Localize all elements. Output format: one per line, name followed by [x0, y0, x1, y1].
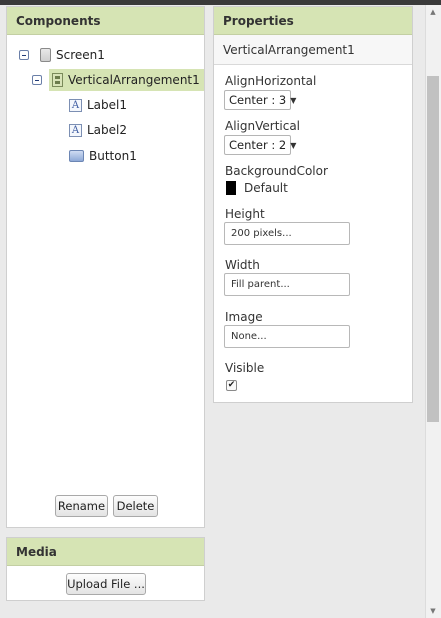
background-color-value[interactable]: Default	[244, 181, 288, 195]
tree-item-label2[interactable]: A Label2	[69, 119, 127, 141]
media-panel: Media Upload File ...	[6, 537, 205, 601]
delete-button[interactable]: Delete	[113, 495, 158, 517]
scroll-down-arrow-icon[interactable]: ▼	[429, 607, 437, 615]
media-header: Media	[7, 538, 204, 566]
components-header: Components	[7, 7, 204, 35]
tree-item-screen1[interactable]: Screen1	[19, 44, 105, 66]
tree-item-label: Button1	[89, 149, 137, 163]
label-icon: A	[69, 123, 82, 137]
vertical-arrangement-icon	[52, 73, 63, 87]
label-icon: A	[69, 98, 82, 112]
collapse-toggle-icon[interactable]	[19, 50, 29, 60]
button-icon	[69, 150, 84, 162]
visible-checkbox[interactable]: ✔	[226, 380, 237, 391]
scroll-up-arrow-icon[interactable]: ▲	[429, 8, 437, 16]
properties-header: Properties	[214, 7, 412, 35]
width-label: Width	[225, 258, 260, 272]
height-field[interactable]: 200 pixels...	[224, 222, 350, 245]
visible-label: Visible	[225, 361, 265, 375]
align-horizontal-select[interactable]: Center : 3 ▼	[224, 90, 296, 110]
selected-highlight: VerticalArrangement1	[49, 69, 204, 91]
selected-component-name: VerticalArrangement1	[214, 35, 412, 65]
collapse-toggle-icon[interactable]	[32, 75, 42, 85]
screen-icon	[40, 48, 51, 62]
tree-item-label1[interactable]: A Label1	[69, 94, 127, 116]
color-swatch[interactable]	[226, 181, 236, 195]
height-label: Height	[225, 207, 265, 221]
rename-button[interactable]: Rename	[55, 495, 108, 517]
align-vertical-value: Center : 2	[229, 138, 287, 152]
background-color-label: BackgroundColor	[225, 164, 328, 178]
tree-item-button1[interactable]: Button1	[69, 145, 137, 167]
top-bar	[0, 0, 441, 5]
tree-item-label: VerticalArrangement1	[68, 73, 200, 87]
image-field[interactable]: None...	[224, 325, 350, 348]
components-panel: Components Screen1 VerticalArrangement1 …	[6, 6, 205, 528]
width-field[interactable]: Fill parent...	[224, 273, 350, 296]
align-vertical-label: AlignVertical	[225, 119, 301, 133]
properties-panel: Properties VerticalArrangement1 AlignHor…	[213, 6, 413, 403]
scrollbar-thumb[interactable]	[427, 76, 439, 422]
tree-item-label: Label1	[87, 98, 128, 112]
tree-item-verticalarrangement1[interactable]: VerticalArrangement1	[32, 69, 204, 91]
image-label: Image	[225, 310, 263, 324]
dropdown-caret-icon: ▼	[290, 95, 297, 105]
align-vertical-select[interactable]: Center : 2 ▼	[224, 135, 296, 155]
align-horizontal-label: AlignHorizontal	[225, 74, 317, 88]
align-horizontal-value: Center : 3	[229, 93, 287, 107]
tree-item-label: Label2	[87, 123, 128, 137]
upload-file-button[interactable]: Upload File ...	[66, 573, 146, 595]
tree-item-label: Screen1	[56, 48, 105, 62]
dropdown-caret-icon: ▼	[290, 140, 297, 150]
